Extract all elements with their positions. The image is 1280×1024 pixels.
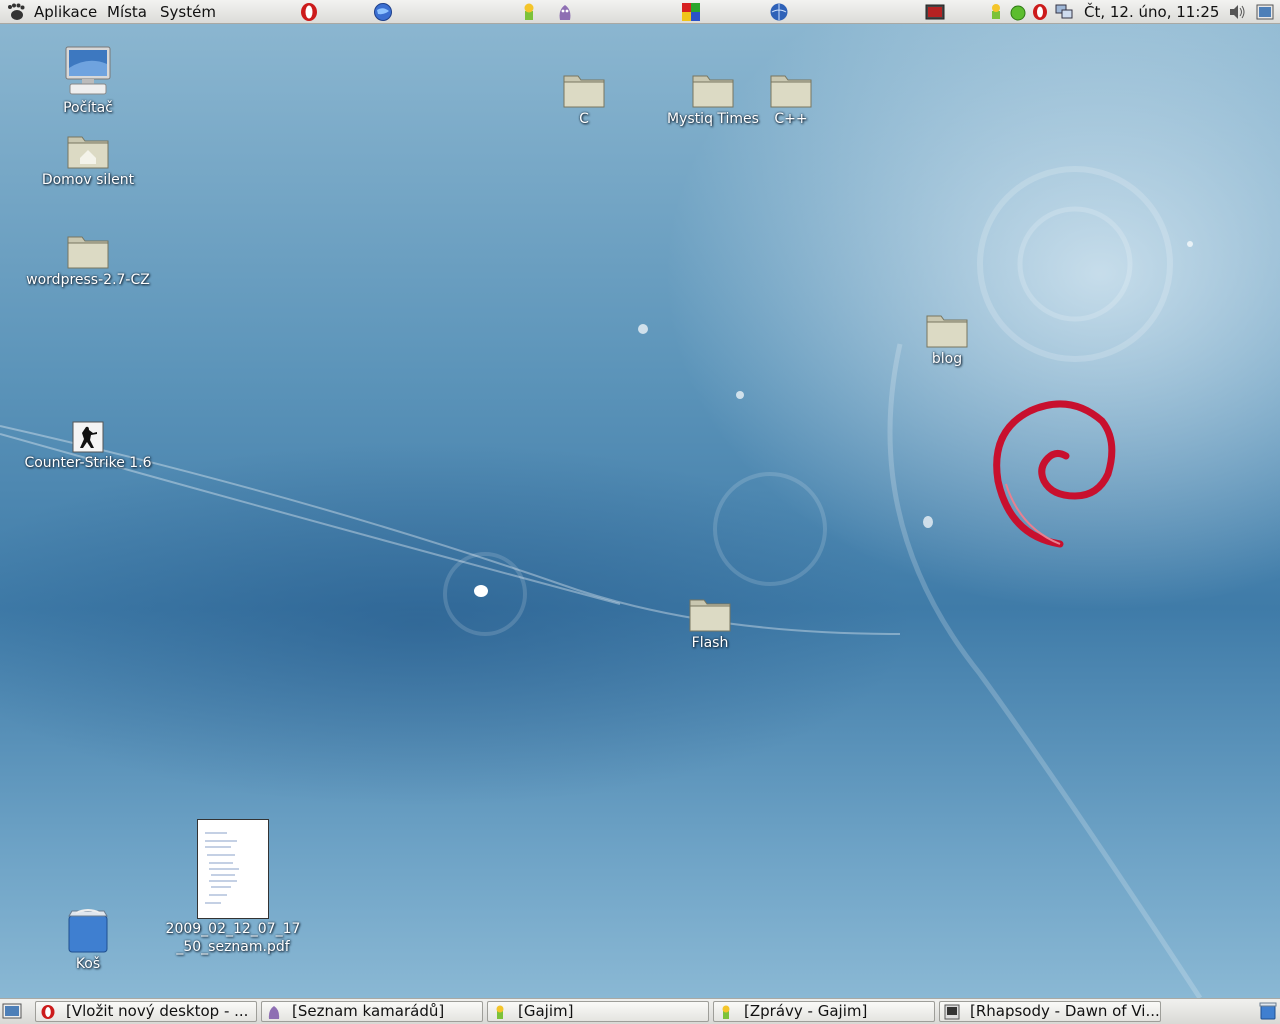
taskbar-item-contacts[interactable]: [Seznam kamarádů] <box>261 1001 483 1022</box>
taskbar-item-label: [Seznam kamarádů] <box>292 1002 445 1020</box>
taskbar-item-label: [Zprávy - Gajim] <box>744 1002 868 1020</box>
desktop-icon-folder-cpp[interactable]: C++ <box>721 71 861 128</box>
icon-label: blog <box>931 351 963 367</box>
icon-label: Domov silent <box>41 172 135 188</box>
menu-system[interactable]: Systém <box>160 3 216 21</box>
menu-aplikace[interactable]: Aplikace <box>34 3 97 21</box>
trash-applet-icon[interactable] <box>1258 1002 1278 1020</box>
green-status-icon[interactable] <box>1009 3 1027 21</box>
desktop-icon-wordpress[interactable]: wordpress-2.7-CZ <box>18 232 158 289</box>
desktop-icon-pdf[interactable]: 2009_02_12_07_17_50_seznam.pdf <box>163 819 303 956</box>
network-globe-icon[interactable] <box>769 2 789 22</box>
gajim-icon <box>722 1005 730 1019</box>
network-monitor-icon[interactable] <box>1055 3 1073 21</box>
debian-swirl-logo <box>993 400 1116 548</box>
taskbar-item-label: [Rhapsody - Dawn of Vi... <box>970 1002 1160 1020</box>
pdf-thumbnail-icon <box>197 819 269 919</box>
icon-label: Koš <box>75 956 101 972</box>
taskbar-item-gajim[interactable]: [Gajim] <box>487 1001 709 1022</box>
home-folder-icon <box>67 136 109 169</box>
folder-icon <box>563 75 605 108</box>
volume-icon[interactable] <box>1228 3 1246 21</box>
gajim-icon <box>496 1005 504 1019</box>
taskbar-item-label: [Vložit nový desktop - ... <box>66 1002 249 1020</box>
icon-label: 2009_02_12_07_17_50_seznam.pdf <box>165 921 301 955</box>
top-panel: Aplikace Místa Systém Čt, 12. úno, 11:25 <box>0 0 1280 24</box>
gajim-icon[interactable] <box>519 2 539 22</box>
desktop-icon-folder-blog[interactable]: blog <box>877 311 1017 368</box>
taskbar-item-gajim-messages[interactable]: [Zprávy - Gajim] <box>713 1001 935 1022</box>
desktop-icon-counter-strike[interactable]: Counter-Strike 1.6 <box>18 421 158 472</box>
icon-label: C <box>579 111 589 127</box>
icon-label: Flash <box>691 635 729 651</box>
globe-browser-icon[interactable] <box>373 2 393 22</box>
icon-label: wordpress-2.7-CZ <box>26 272 150 288</box>
desktop-icon-folder-flash[interactable]: Flash <box>640 595 780 652</box>
bottom-panel: [Vložit nový desktop - ... [Seznam kamar… <box>0 998 1280 1024</box>
gnome-foot-icon[interactable] <box>6 3 26 21</box>
workspace-icon[interactable] <box>1256 3 1274 21</box>
computer-icon <box>65 46 111 95</box>
show-desktop-icon[interactable] <box>2 1002 22 1020</box>
trash-icon <box>68 909 108 953</box>
panel-clock[interactable]: Čt, 12. úno, 11:25 <box>1084 3 1219 21</box>
desktop-background[interactable]: Počítač Domov silent wordpress-2.7-CZ Co… <box>0 24 1280 998</box>
icon-label: C++ <box>774 111 808 127</box>
presentation-icon[interactable] <box>925 2 945 22</box>
counter-strike-icon <box>72 421 104 453</box>
folder-icon <box>67 236 109 269</box>
desktop-icon-home[interactable]: Domov silent <box>18 132 158 189</box>
menu-mista[interactable]: Místa <box>107 3 147 21</box>
taskbar-item-label: [Gajim] <box>518 1002 574 1020</box>
desktop-icon-computer[interactable]: Počítač <box>18 46 158 117</box>
terminal-icon <box>944 1004 960 1020</box>
icon-label: Counter-Strike 1.6 <box>24 455 152 471</box>
taskbar-item-opera[interactable]: [Vložit nový desktop - ... <box>35 1001 257 1022</box>
opera-icon <box>41 1005 55 1019</box>
folder-icon <box>689 599 731 632</box>
color-squares-icon[interactable] <box>681 2 701 22</box>
folder-icon <box>770 75 812 108</box>
opera-mail-icon[interactable] <box>1031 3 1049 21</box>
desktop-icon-folder-c[interactable]: C <box>514 71 654 128</box>
icon-label: Počítač <box>63 100 113 116</box>
taskbar-item-rhapsody[interactable]: [Rhapsody - Dawn of Vi... <box>939 1001 1161 1022</box>
opera-icon[interactable] <box>299 2 319 22</box>
gajim-status-icon[interactable] <box>987 3 1005 21</box>
pidgin-icon <box>268 1006 280 1019</box>
folder-icon <box>926 315 968 348</box>
pidgin-icon[interactable] <box>555 2 575 22</box>
desktop-icon-trash[interactable]: Koš <box>18 908 158 973</box>
